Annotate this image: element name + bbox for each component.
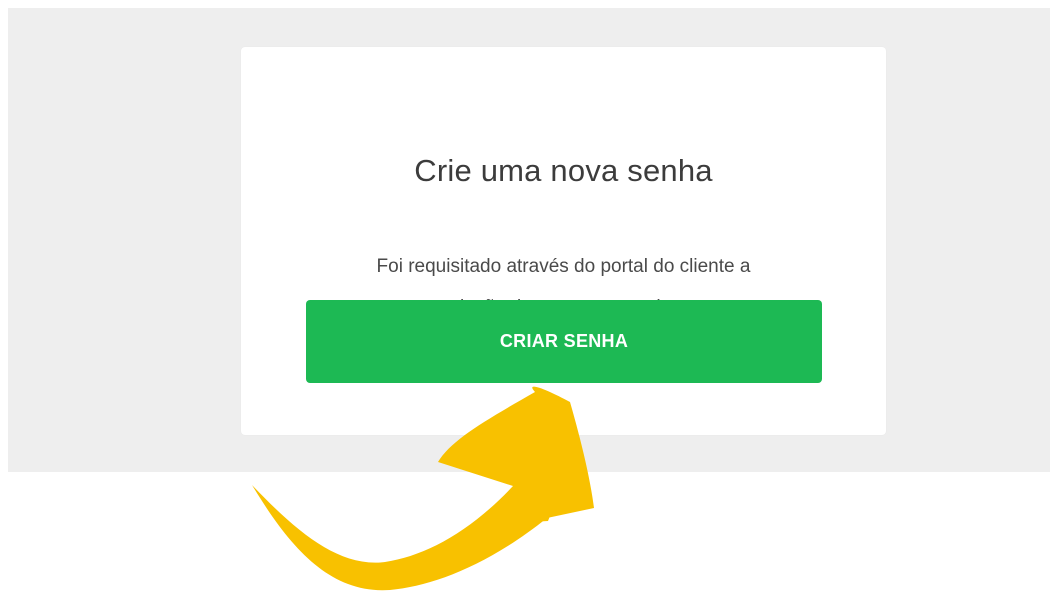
reset-message-line-1: Foi requisitado através do portal do cli… bbox=[376, 256, 751, 277]
arrow-stroke-accent bbox=[532, 516, 550, 522]
create-password-button[interactable]: CRIAR SENHA bbox=[306, 300, 822, 383]
page-title: Crie uma nova senha bbox=[414, 153, 713, 188]
